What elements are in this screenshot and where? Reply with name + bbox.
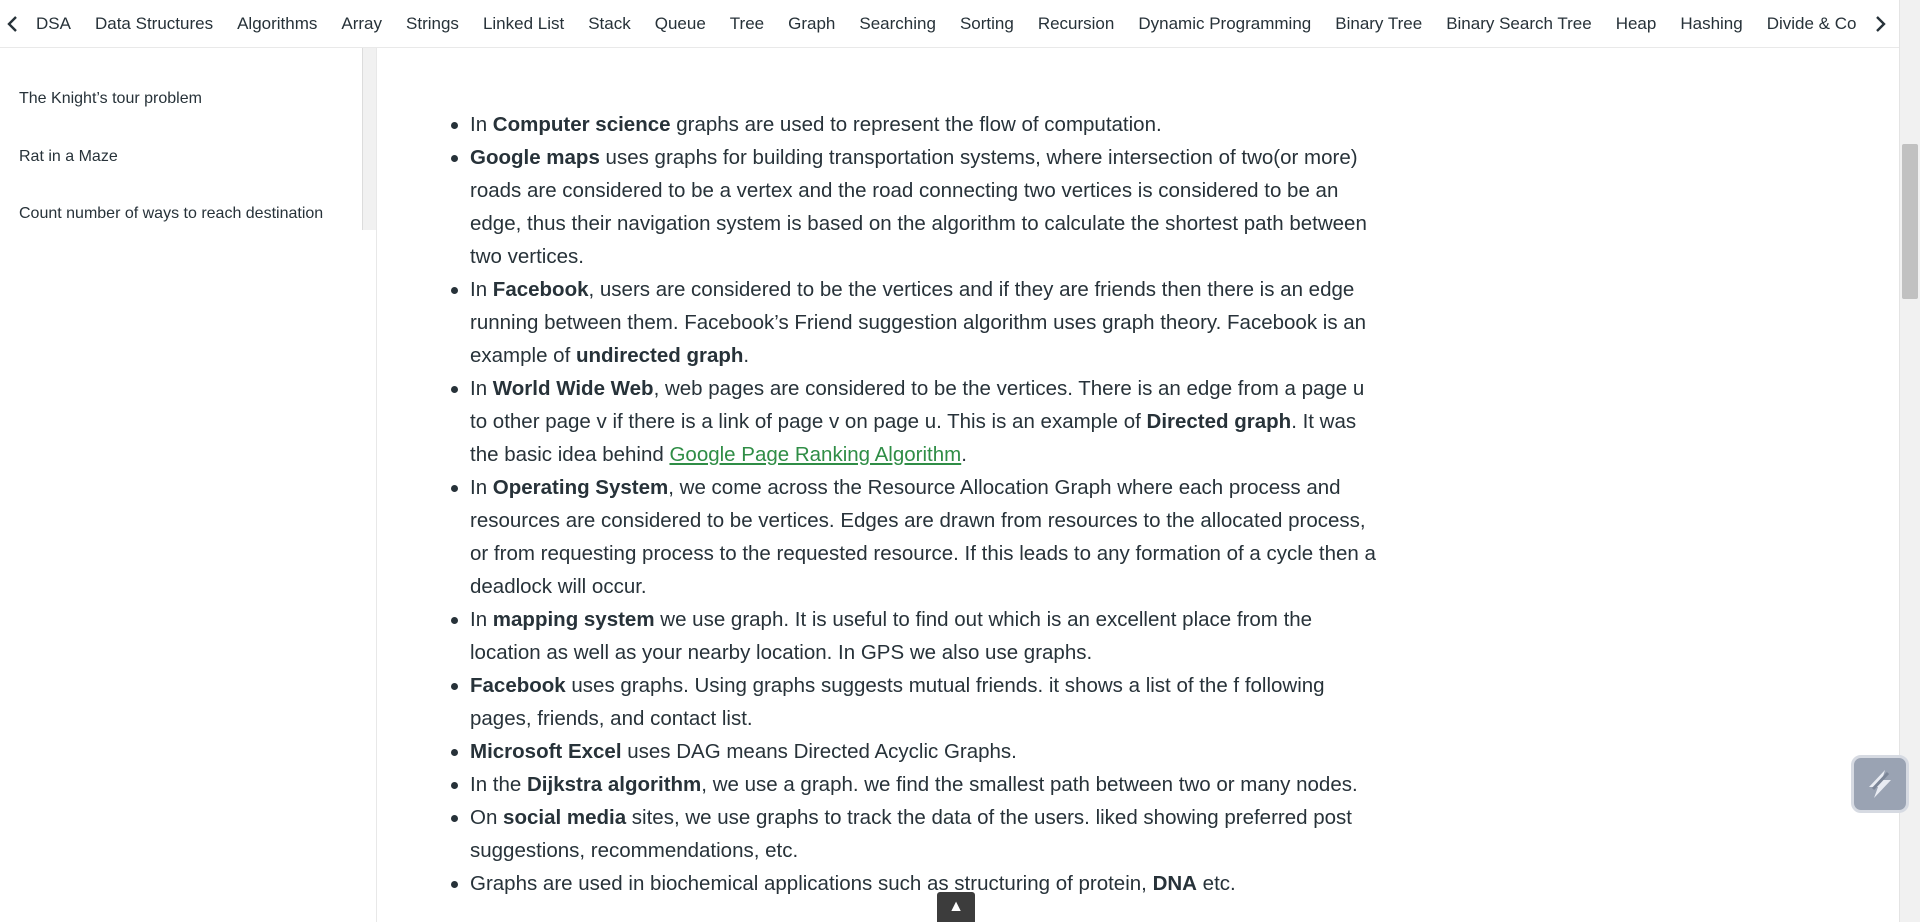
nav-item-binary-tree[interactable]: Binary Tree: [1323, 0, 1434, 47]
nav-item-strings[interactable]: Strings: [394, 0, 471, 47]
sidebar-divider: [376, 48, 377, 922]
sidebar-item-count-ways[interactable]: Count number of ways to reach destinatio…: [19, 205, 323, 223]
text-run: In: [470, 377, 493, 400]
sidebar-item-rat-in-maze[interactable]: Rat in a Maze: [19, 148, 118, 166]
text-run: uses graphs for building transportation …: [470, 146, 1367, 268]
text-run: .: [961, 443, 967, 466]
arrow-up-icon: ▲: [948, 898, 964, 915]
list-item: In World Wide Web, web pages are conside…: [447, 372, 1377, 471]
list-item: On social media sites, we use graphs to …: [447, 801, 1377, 867]
bold-term: Computer science: [492, 113, 671, 136]
text-run: uses DAG means Directed Acyclic Graphs.: [621, 740, 1017, 763]
list-item: Google maps uses graphs for building tra…: [447, 141, 1377, 273]
top-navigation: DSA Data Structures Algorithms Array Strings…: [0, 0, 1899, 48]
nav-item-hashing[interactable]: Hashing: [1668, 0, 1754, 47]
text-run: In: [470, 278, 493, 301]
text-run: Graphs are used in biochemical applicati…: [470, 872, 1153, 895]
bold-term: Google maps: [470, 146, 600, 169]
sidebar-scrollbar[interactable]: [362, 48, 377, 230]
nav-item-stack[interactable]: Stack: [576, 0, 643, 47]
nav-item-array[interactable]: Array: [329, 0, 394, 47]
nav-item-searching[interactable]: Searching: [847, 0, 948, 47]
nav-item-tree[interactable]: Tree: [718, 0, 776, 47]
list-item: In the Dijkstra algorithm, we use a grap…: [447, 768, 1377, 801]
text-run: In: [470, 608, 493, 631]
bold-term: undirected graph: [575, 344, 744, 367]
bold-term: social media: [503, 806, 627, 829]
bold-term: Dijkstra algorithm: [527, 773, 702, 796]
nav-item-sorting[interactable]: Sorting: [948, 0, 1026, 47]
text-run: In: [470, 113, 493, 136]
bold-term: World Wide Web: [492, 377, 654, 400]
text-run: uses graphs. Using graphs suggests mutua…: [470, 674, 1325, 730]
nav-item-divide-co[interactable]: Divide & Co: [1755, 0, 1869, 47]
page-scrollbar-thumb[interactable]: [1902, 144, 1918, 299]
bold-term: Microsoft Excel: [470, 740, 622, 763]
nav-item-dsa[interactable]: DSA: [26, 0, 83, 47]
nav-items: DSA Data Structures Algorithms Array Strings…: [26, 0, 1899, 47]
nav-item-graph[interactable]: Graph: [776, 0, 847, 47]
chevron-left-icon: [7, 15, 17, 32]
floating-assistant-button[interactable]: [1851, 755, 1909, 813]
nav-item-algorithms[interactable]: Algorithms: [225, 0, 329, 47]
nav-item-binary-search-tree[interactable]: Binary Search Tree: [1434, 0, 1604, 47]
text-run: graphs are used to represent the flow of…: [670, 113, 1162, 136]
list-item: Graphs are used in biochemical applicati…: [447, 867, 1377, 900]
nav-item-linked-list[interactable]: Linked List: [471, 0, 576, 47]
chevron-right-icon: [1876, 16, 1886, 32]
text-run: , we use a graph. we find the smallest p…: [701, 773, 1358, 796]
text-run: .: [743, 344, 750, 367]
lightning-icon: [1869, 770, 1891, 798]
list-item: In Facebook, users are considered to be …: [447, 273, 1377, 372]
scroll-to-top-button[interactable]: ▲: [937, 892, 975, 922]
nav-item-dynamic-programming[interactable]: Dynamic Programming: [1126, 0, 1323, 47]
bold-term: Facebook: [492, 278, 589, 301]
bold-term: Operating System: [492, 476, 669, 499]
list-item: In Operating System, we come across the …: [447, 471, 1377, 603]
sidebar: problem The Knight’s tour problem Rat in…: [0, 31, 377, 230]
text-run: On: [470, 806, 504, 829]
graph-applications-list: In Computer science graphs are used to r…: [447, 108, 1377, 900]
nav-item-queue[interactable]: Queue: [643, 0, 718, 47]
list-item: In Computer science graphs are used to r…: [447, 108, 1377, 141]
article-link[interactable]: Google Page Ranking Algorithm: [669, 443, 961, 466]
text-run: In: [470, 476, 493, 499]
bold-term: Facebook: [470, 674, 566, 697]
nav-scroll-left-button[interactable]: [0, 0, 26, 47]
text-run: In the: [470, 773, 527, 796]
nav-item-data-structures[interactable]: Data Structures: [83, 0, 225, 47]
list-item: Facebook uses graphs. Using graphs sugge…: [447, 669, 1377, 735]
text-run: etc.: [1196, 872, 1236, 895]
bold-term: DNA: [1152, 872, 1197, 895]
bold-term: mapping system: [492, 608, 655, 631]
nav-scroll-right-button[interactable]: [1867, 0, 1893, 47]
list-item: Microsoft Excel uses DAG means Directed …: [447, 735, 1377, 768]
list-item: In mapping system we use graph. It is us…: [447, 603, 1377, 669]
nav-item-heap[interactable]: Heap: [1604, 0, 1669, 47]
nav-item-recursion[interactable]: Recursion: [1026, 0, 1127, 47]
sidebar-item-knights-tour[interactable]: The Knight’s tour problem: [19, 90, 202, 108]
bold-term: Directed graph: [1146, 410, 1292, 433]
